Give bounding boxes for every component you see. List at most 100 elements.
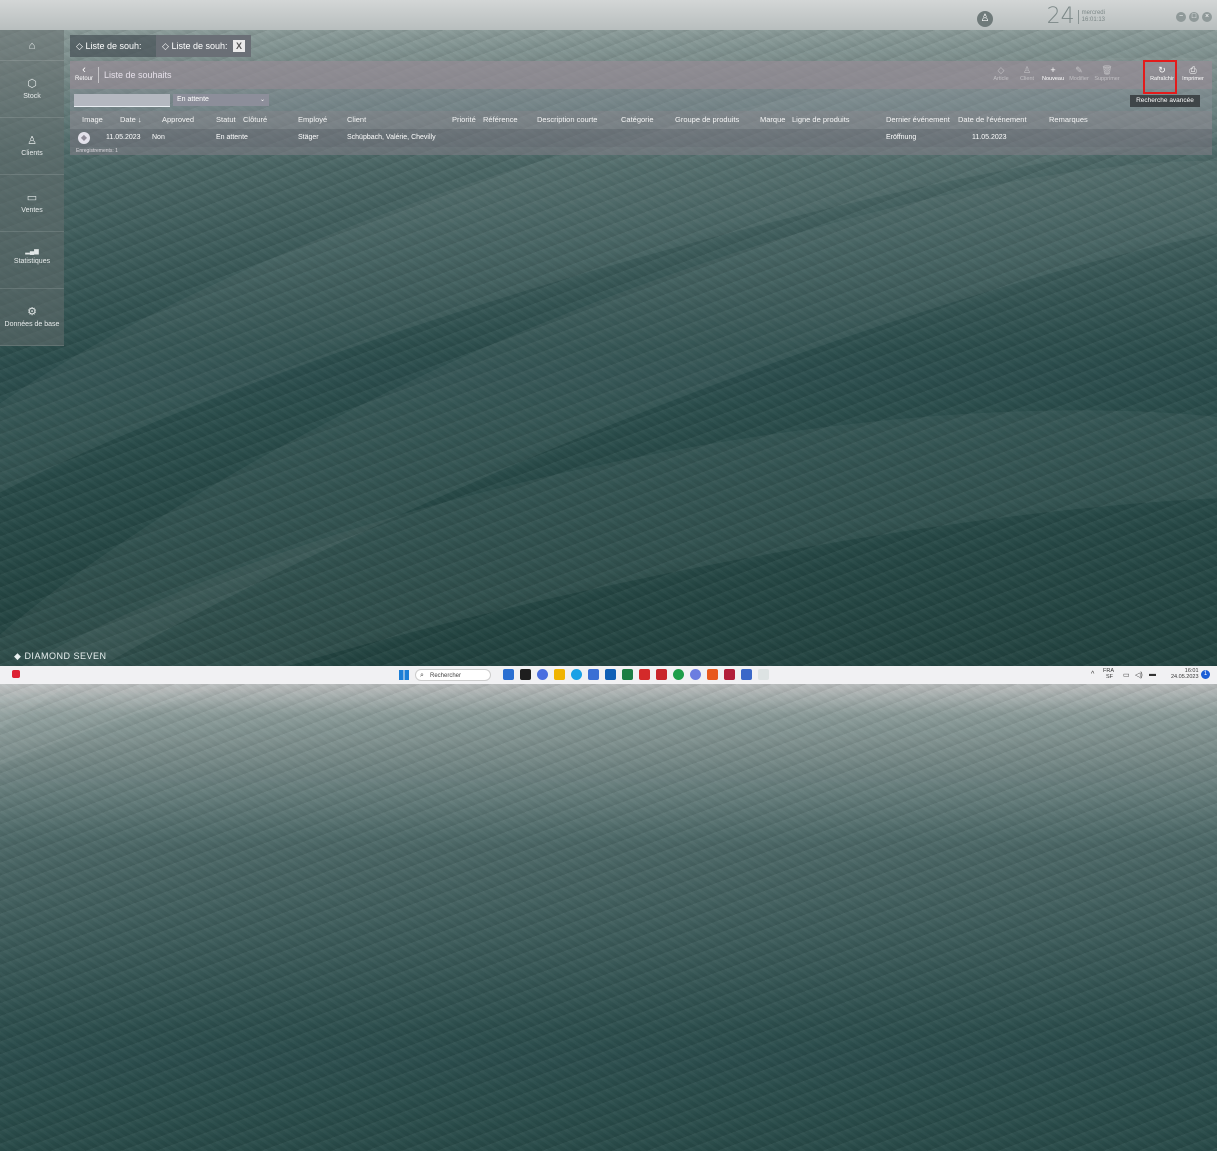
- maximize-button[interactable]: □: [1189, 12, 1199, 22]
- cell-event-date: 11.05.2023: [972, 134, 1007, 141]
- tab-label: Liste de souh:: [171, 41, 228, 51]
- status-filter-select[interactable]: En attente ⌄: [173, 94, 269, 106]
- column-header-date-evenement[interactable]: Date de l'événement: [958, 111, 1027, 129]
- column-header-ligne[interactable]: Ligne de produits: [792, 111, 850, 129]
- windows-taskbar: ⌕ Rechercher ^ FRA SF ▭ ◁) ▬ 16:01 24.05…: [0, 666, 1217, 684]
- outlook-icon[interactable]: [605, 669, 616, 680]
- notification-badge[interactable]: 1: [1201, 670, 1210, 679]
- cell-client: Schüpbach, Valérie, Chevilly: [347, 134, 436, 141]
- client-label: Client: [1019, 76, 1035, 82]
- close-window-button[interactable]: ×: [1202, 12, 1212, 22]
- diamond-seven-icon[interactable]: [758, 669, 769, 680]
- notification-icon[interactable]: [12, 670, 20, 678]
- diamond-icon: ◆: [14, 651, 22, 661]
- battery-icon[interactable]: ▬: [1149, 671, 1156, 678]
- column-header-statut[interactable]: Statut: [216, 111, 236, 129]
- box-icon: ⬡: [27, 78, 37, 90]
- taskbar-search-placeholder: Rechercher: [430, 673, 462, 679]
- sidebar-item-donnees-de-base[interactable]: ⚙ Données de base: [0, 289, 64, 346]
- task-view-icon[interactable]: [520, 669, 531, 680]
- close-icon: ×: [1204, 13, 1210, 20]
- cell-status: En attente: [216, 134, 248, 141]
- delete-label: Supprimer: [1094, 76, 1120, 82]
- column-header-employe[interactable]: Employé: [298, 111, 327, 129]
- page-title: Liste de souhaits: [104, 70, 172, 80]
- column-header-client[interactable]: Client: [347, 111, 366, 129]
- acrobat-icon[interactable]: [639, 669, 650, 680]
- chevron-down-icon: ⌄: [259, 97, 265, 103]
- pencil-icon: ✎: [1075, 65, 1083, 75]
- column-header-date[interactable]: Date ↓: [120, 111, 142, 129]
- table-row[interactable]: ◆ 11.05.2023 Non En attente Stäger Schüp…: [70, 129, 1212, 147]
- delete-button[interactable]: 🗑 Supprimer: [1093, 65, 1121, 82]
- sidebar-item-stock[interactable]: ⬡ Stock: [0, 61, 64, 118]
- home-icon: ⌂: [28, 40, 36, 52]
- status-filter-value: En attente: [177, 96, 209, 103]
- register-icon: ▭: [26, 192, 38, 204]
- column-header-marque[interactable]: Marque: [760, 111, 785, 129]
- tab-wishlist-1[interactable]: ◇ Liste de souh:: [70, 35, 156, 57]
- clock-datetime: mercredi 16:01:13: [1077, 10, 1105, 24]
- print-button[interactable]: ⎙ Imprimer: [1179, 65, 1207, 82]
- sidebar-item-label: Ventes: [21, 207, 43, 214]
- office-icon[interactable]: [707, 669, 718, 680]
- brand-text: DIAMOND SEVEN: [24, 651, 107, 661]
- app-icon[interactable]: [656, 669, 667, 680]
- excel-icon[interactable]: [622, 669, 633, 680]
- column-header-categorie[interactable]: Catégorie: [621, 111, 654, 129]
- column-header-remarques[interactable]: Remarques: [1049, 111, 1088, 129]
- app-icon[interactable]: [724, 669, 735, 680]
- maximize-icon: □: [1191, 13, 1197, 20]
- tab-wishlist-2[interactable]: ◇ Liste de souh: X: [156, 35, 251, 57]
- sidebar-item-label: Statistiques: [13, 258, 51, 265]
- app-icon[interactable]: [690, 669, 701, 680]
- word-icon[interactable]: [741, 669, 752, 680]
- sidebar-item-clients[interactable]: ♙ Clients: [0, 118, 64, 175]
- clock-weekday: mercredi: [1081, 10, 1105, 16]
- column-header-dernier-evenement[interactable]: Dernier événement: [886, 111, 950, 129]
- trash-icon: 🗑: [1101, 65, 1113, 75]
- network-icon[interactable]: ▭: [1123, 671, 1130, 679]
- cell-date: 11.05.2023: [106, 134, 141, 141]
- search-input[interactable]: [74, 94, 170, 107]
- diamond-icon: ◇: [76, 41, 83, 51]
- sidebar-item-statistiques[interactable]: ▂▄▆ Statistiques: [0, 232, 64, 289]
- sidebar-item-ventes[interactable]: ▭ Ventes: [0, 175, 64, 232]
- top-header: 24 mercredi 16:01:13 ♙ − □ ×: [0, 0, 1217, 30]
- bing-icon[interactable]: [503, 669, 514, 680]
- article-button[interactable]: ◇ Article: [987, 65, 1015, 82]
- windows-start-icon[interactable]: [399, 670, 409, 680]
- whatsapp-icon[interactable]: [673, 669, 684, 680]
- minimize-button[interactable]: −: [1176, 12, 1186, 22]
- volume-icon[interactable]: ◁): [1135, 671, 1143, 679]
- file-explorer-icon[interactable]: [554, 669, 565, 680]
- sidebar-item-label: Stock: [23, 93, 41, 100]
- language-layout: SF: [1106, 674, 1114, 680]
- advanced-search-button[interactable]: Recherche avancée: [1130, 95, 1200, 107]
- chat-icon[interactable]: [537, 669, 548, 680]
- edit-button[interactable]: ✎ Modifier: [1065, 65, 1093, 82]
- taskbar-search[interactable]: ⌕ Rechercher: [415, 669, 491, 681]
- new-button[interactable]: + Nouveau: [1039, 65, 1067, 82]
- teams-icon[interactable]: [588, 669, 599, 680]
- column-header-cloture[interactable]: Clôturé: [243, 111, 267, 129]
- minimize-icon: −: [1178, 13, 1184, 20]
- person-icon: ♙: [1022, 65, 1032, 75]
- taskbar-clock[interactable]: 16:01 24.05.2023: [1171, 668, 1199, 680]
- chevron-up-icon[interactable]: ^: [1091, 671, 1094, 678]
- client-button[interactable]: ♙ Client: [1013, 65, 1041, 82]
- edge-icon[interactable]: [571, 669, 582, 680]
- user-account-button[interactable]: ♙: [977, 11, 993, 27]
- sidebar-item-home[interactable]: ⌂: [0, 30, 64, 61]
- tab-close-button[interactable]: X: [233, 40, 245, 52]
- column-header-reference[interactable]: Référence: [483, 111, 518, 129]
- language-indicator[interactable]: FRA SF: [1103, 668, 1114, 680]
- diamond-icon: ◇: [162, 41, 169, 51]
- back-button[interactable]: ‹ Retour: [74, 65, 94, 83]
- column-header-approved[interactable]: Approved: [162, 111, 194, 129]
- column-header-image[interactable]: Image: [82, 111, 103, 129]
- column-header-groupe[interactable]: Groupe de produits: [675, 111, 739, 129]
- column-header-description[interactable]: Description courte: [537, 111, 597, 129]
- column-header-priorite[interactable]: Priorité: [452, 111, 476, 129]
- new-label: Nouveau: [1041, 76, 1065, 82]
